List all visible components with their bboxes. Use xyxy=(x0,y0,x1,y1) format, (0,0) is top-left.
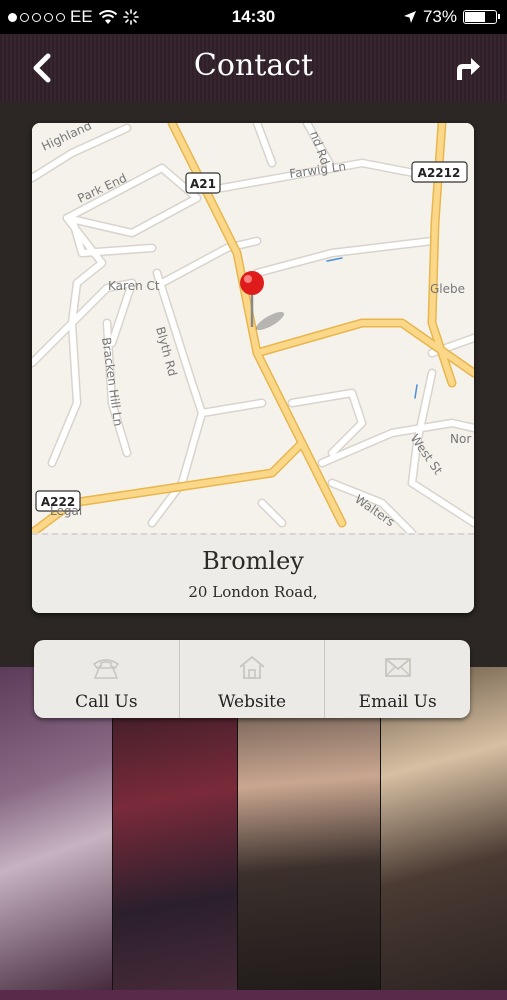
road-shield-a2212: A2212 xyxy=(411,161,468,183)
email-us-label: Email Us xyxy=(358,692,437,712)
website-label: Website xyxy=(217,692,287,712)
share-arrow-icon[interactable] xyxy=(451,52,483,84)
call-us-button[interactable]: Call Us xyxy=(34,640,179,718)
status-bar: EE 14:30 73% xyxy=(0,0,507,34)
website-button[interactable]: Website xyxy=(178,640,325,718)
map-legal-label[interactable]: Legal xyxy=(50,504,82,518)
street-label-karen-ct: Karen Ct xyxy=(108,279,160,293)
location-arrow-icon xyxy=(403,11,416,23)
envelope-icon xyxy=(384,658,411,677)
phone-icon xyxy=(93,659,120,679)
map-view[interactable]: A21 A2212 A222 Highland Park End Farwig … xyxy=(32,123,474,533)
battery-percent: 73% xyxy=(422,7,457,26)
svg-text:A21: A21 xyxy=(190,177,216,191)
page-title: Contact xyxy=(193,48,314,83)
bottom-accent-bar xyxy=(0,990,507,1000)
status-right: 73% xyxy=(403,7,500,27)
battery-icon xyxy=(463,10,500,24)
street-label-nor: Nor xyxy=(450,432,471,446)
street-label-glebe: Glebe xyxy=(430,282,465,296)
contact-actions: Call Us Website Email Us xyxy=(34,640,470,718)
location-name: Bromley xyxy=(202,547,304,575)
email-us-button[interactable]: Email Us xyxy=(324,640,470,718)
location-address: 20 London Road, xyxy=(188,583,318,601)
location-card: A21 A2212 A222 Highland Park End Farwig … xyxy=(32,123,474,613)
location-details: Bromley 20 London Road, xyxy=(32,533,474,613)
road-shield-a21: A21 xyxy=(185,172,221,194)
svg-text:A2212: A2212 xyxy=(418,166,461,180)
call-us-label: Call Us xyxy=(75,692,138,712)
home-icon xyxy=(239,655,265,679)
navigation-bar: Contact xyxy=(0,34,507,102)
